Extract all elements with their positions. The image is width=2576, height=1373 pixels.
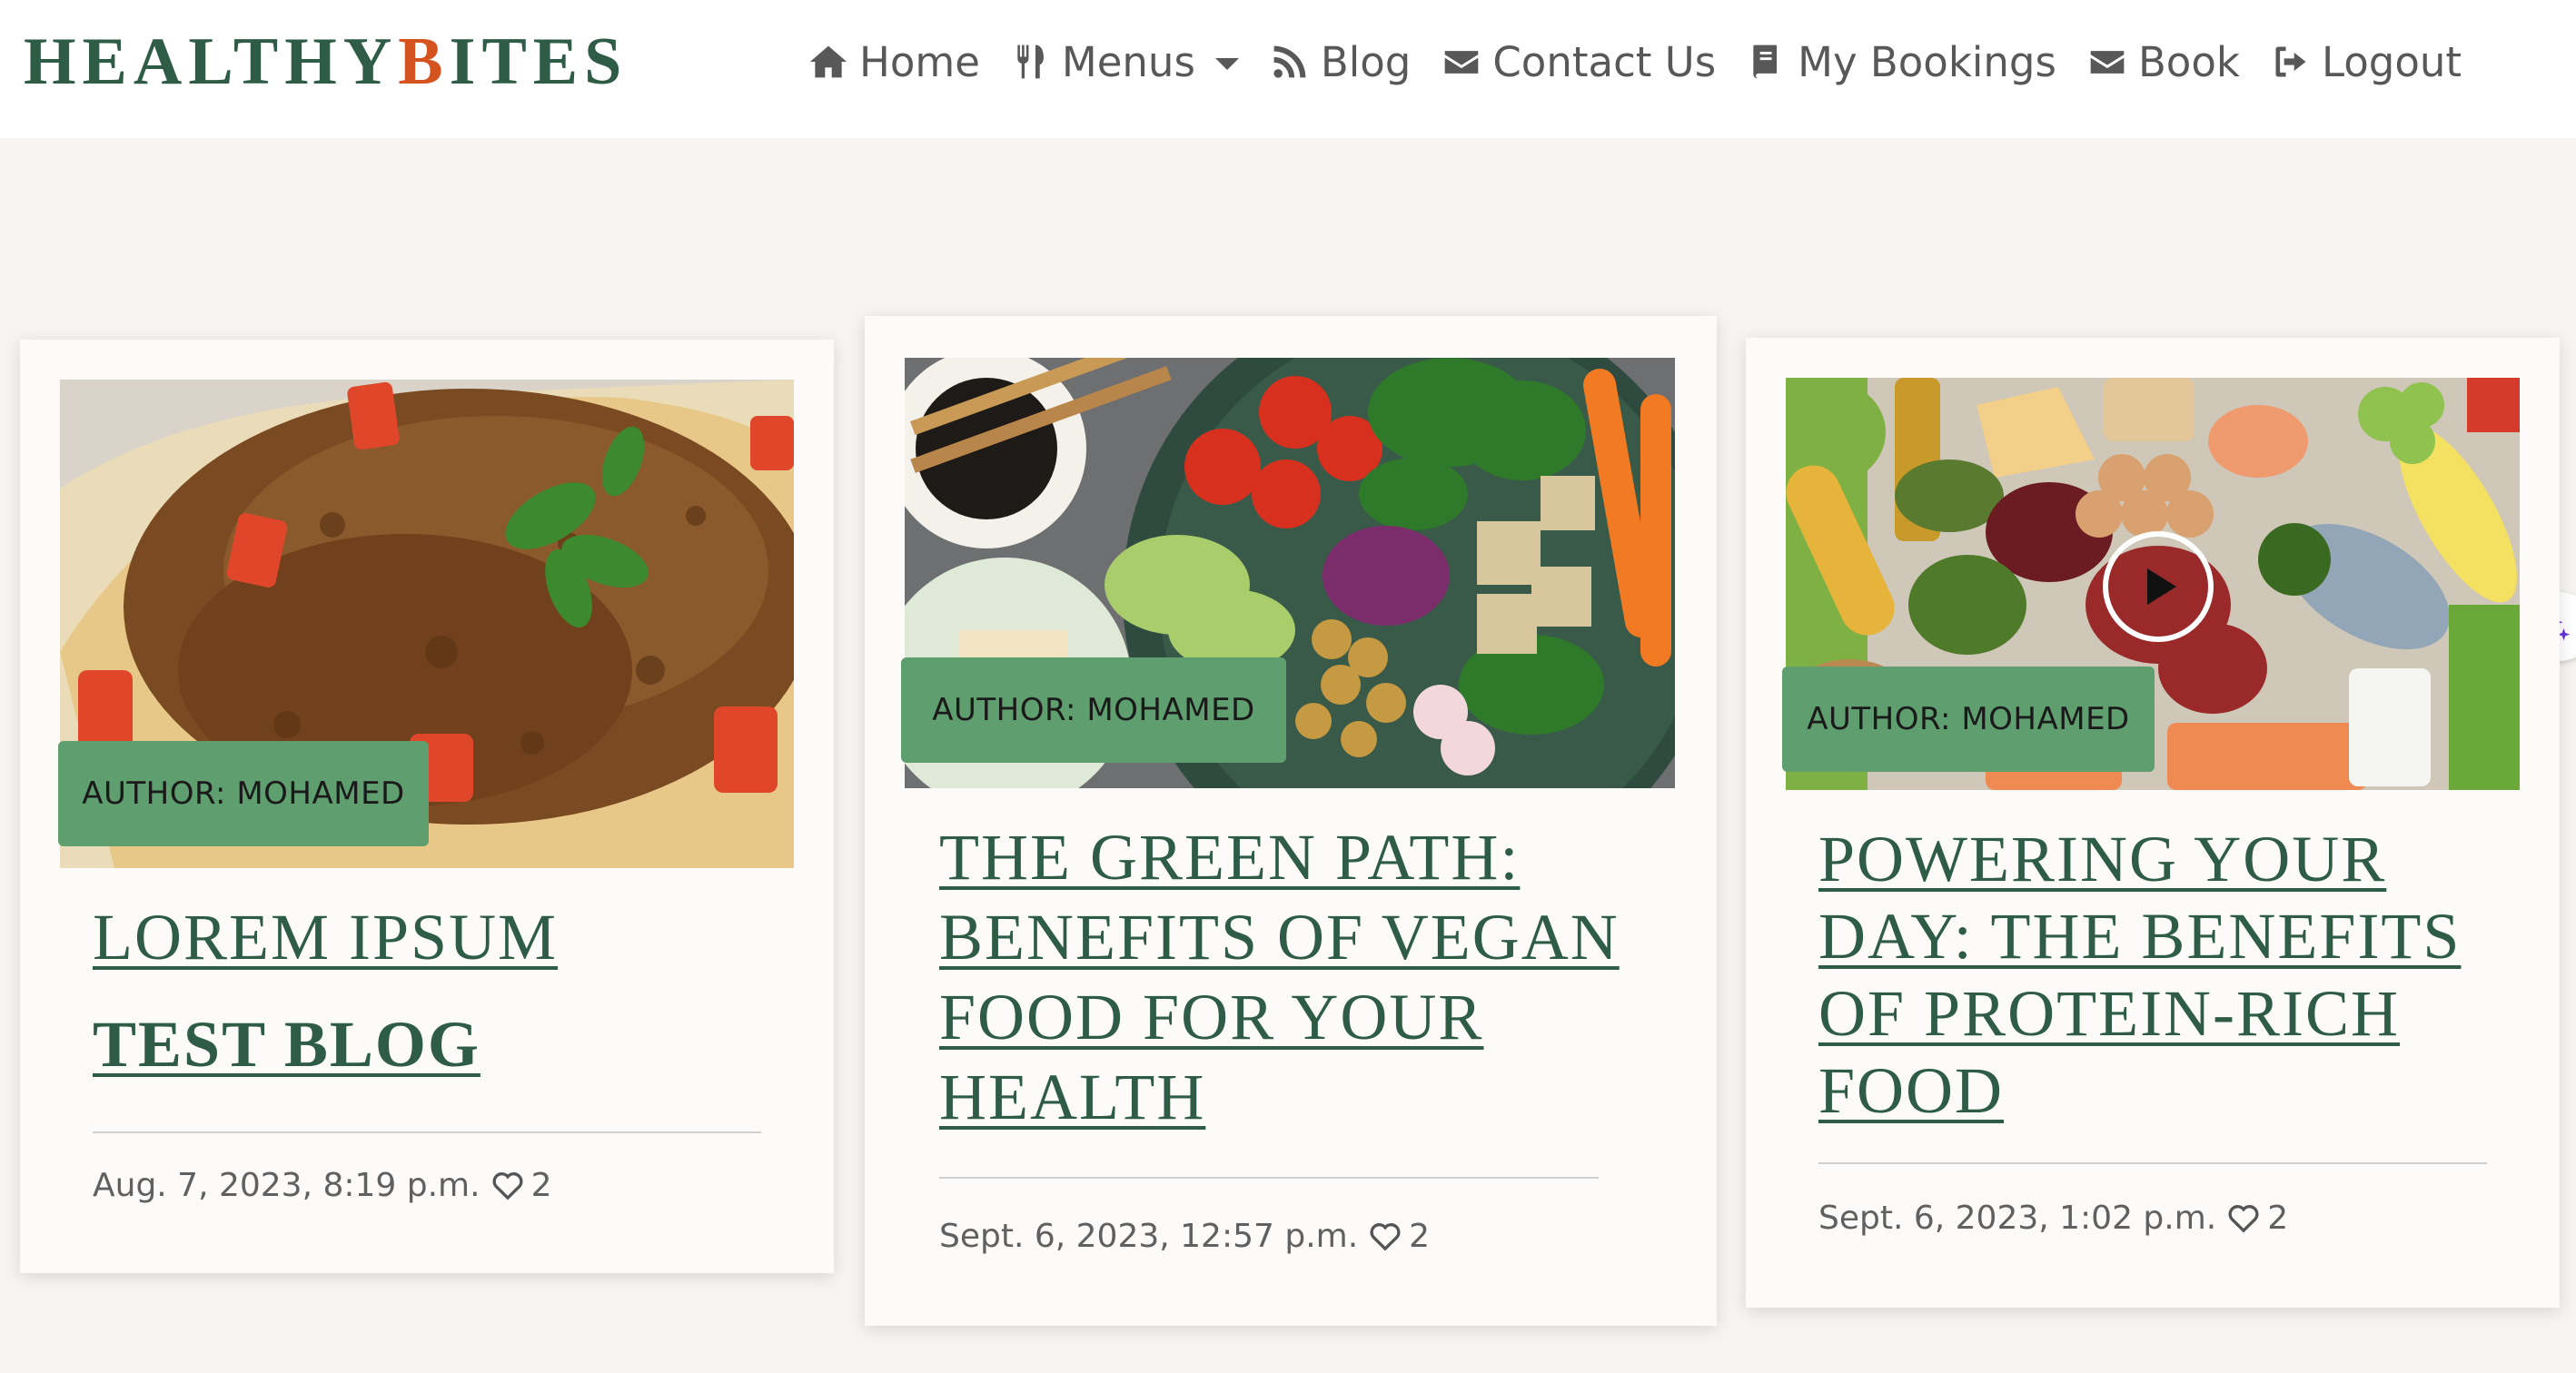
post-title-link[interactable]: LOREM IPSUM TEST BLOG — [93, 897, 810, 1084]
card-divider — [1818, 1162, 2487, 1164]
nav-home-label: Home — [859, 37, 980, 86]
like-count: 2 — [530, 1166, 552, 1204]
author-badge: AUTHOR: MOHAMED — [1782, 667, 2155, 772]
post-title-link[interactable]: THE GREEN PATH: BENEFITS OF VEGAN FOOD F… — [939, 817, 1666, 1137]
nav-my-bookings-label: My Bookings — [1798, 37, 2056, 86]
envelope-icon — [1442, 42, 1481, 82]
nav-logout[interactable]: Logout — [2271, 38, 2462, 86]
post-title-line-1: LOREM IPSUM — [93, 901, 559, 973]
navbar: HEALTHY B ITES Home Menus Blog Contact U… — [0, 0, 2576, 138]
nav-blog-label: Blog — [1320, 37, 1412, 86]
blog-post-card-1[interactable]: AUTHOR: MOHAMED LOREM IPSUM TEST BLOG Au… — [20, 340, 834, 1273]
sign-out-icon — [2271, 42, 2311, 82]
nav-logout-label: Logout — [2321, 37, 2462, 86]
author-badge: AUTHOR: MOHAMED — [58, 741, 429, 846]
blog-post-card-2[interactable]: AUTHOR: MOHAMED THE GREEN PATH: BENEFITS… — [865, 316, 1717, 1326]
nav-blog[interactable]: Blog — [1270, 38, 1411, 86]
post-date: Sept. 6, 2023, 1:02 p.m. — [1818, 1199, 2217, 1237]
nav-contact[interactable]: Contact Us — [1442, 38, 1716, 86]
post-title-line-2: TEST BLOG — [93, 1008, 481, 1081]
nav-menus-label: Menus — [1061, 37, 1195, 86]
nav-my-bookings[interactable]: My Bookings — [1747, 38, 2056, 86]
post-meta: Aug. 7, 2023, 8:19 p.m. 2 — [93, 1162, 551, 1208]
brand-part-accent: B — [398, 24, 450, 99]
brand-logo[interactable]: HEALTHY B ITES — [24, 20, 628, 104]
like-count: 2 — [1409, 1217, 1431, 1255]
rss-icon — [1270, 42, 1310, 82]
nav-home[interactable]: Home — [808, 38, 980, 86]
author-badge: AUTHOR: MOHAMED — [901, 657, 1286, 763]
brand-part-2: ITES — [449, 24, 629, 99]
chevron-down-icon — [1214, 57, 1239, 70]
utensils-icon — [1011, 42, 1051, 82]
card-divider — [939, 1177, 1599, 1179]
post-title-link[interactable]: POWERING YOUR DAY: THE BENEFITS OF PROTE… — [1818, 821, 2536, 1130]
heart-icon[interactable] — [490, 1167, 526, 1203]
brand-part-1: HEALTHY — [24, 24, 399, 99]
nav-book-label: Book — [2137, 37, 2240, 86]
heart-icon[interactable] — [2225, 1200, 2262, 1236]
nav-contact-label: Contact Us — [1492, 37, 1717, 86]
like-count: 2 — [2267, 1199, 2289, 1237]
nav-menus-dropdown[interactable]: Menus — [1011, 38, 1239, 86]
post-meta: Sept. 6, 2023, 1:02 p.m. 2 — [1818, 1195, 2288, 1240]
envelope-icon — [2087, 42, 2127, 82]
card-divider — [93, 1131, 761, 1133]
blog-post-card-3[interactable]: AUTHOR: MOHAMED POWERING YOUR DAY: THE B… — [1746, 338, 2560, 1308]
heart-icon[interactable] — [1367, 1218, 1403, 1254]
post-meta: Sept. 6, 2023, 12:57 p.m. 2 — [939, 1213, 1430, 1259]
nav-book[interactable]: Book — [2087, 38, 2240, 86]
book-icon — [1747, 42, 1787, 82]
post-date: Aug. 7, 2023, 8:19 p.m. — [93, 1166, 481, 1204]
home-icon — [808, 42, 848, 82]
post-date: Sept. 6, 2023, 12:57 p.m. — [939, 1217, 1359, 1255]
nav-links: Home Menus Blog Contact Us My Bookings B… — [808, 29, 2492, 94]
